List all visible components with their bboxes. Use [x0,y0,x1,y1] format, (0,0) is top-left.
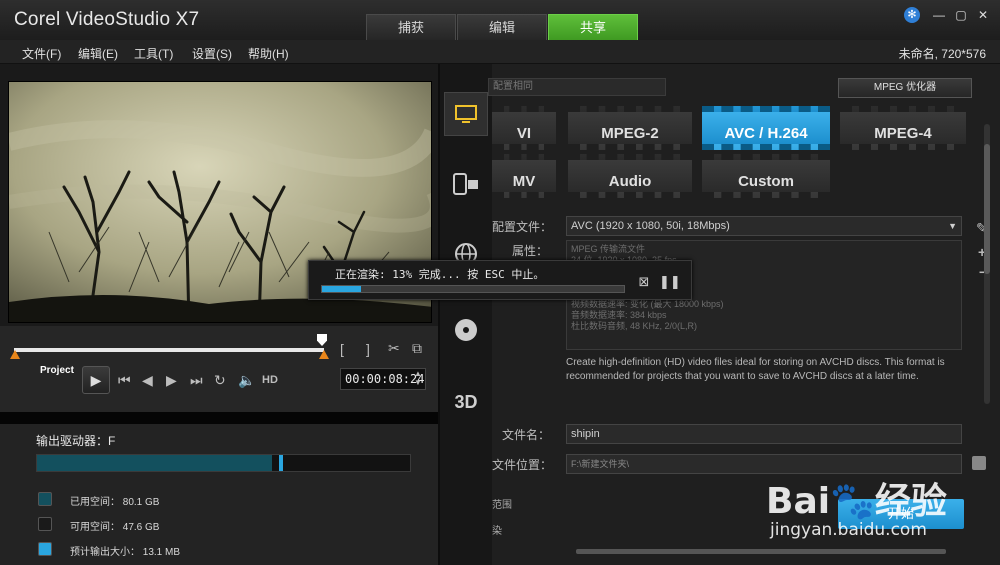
filename-input[interactable]: shipin [566,424,962,444]
prev-frame-icon[interactable]: ◀ [142,372,153,389]
range-label: 范围 [492,500,512,511]
computer-icon[interactable] [444,92,488,136]
device-glyph [453,173,478,195]
watermark-brand: Bai🐾经验 [766,481,947,522]
mark-in-button[interactable]: [ [340,341,344,357]
prop-line: 视频数据速率: 变化 (最大 18000 kbps) [571,299,724,309]
timecode-spinner[interactable]: ▲ ▼ [414,369,422,387]
minimize-icon[interactable]: — [930,7,948,23]
scrub-bar[interactable] [14,348,324,352]
legend-estimate-swatch [38,542,52,556]
menu-help[interactable]: 帮助(H) [248,45,289,62]
cut-icon[interactable]: ✂ [388,340,400,357]
mark-out-button[interactable]: ] [366,341,370,357]
toggle-preview-icon[interactable]: ⊠ [635,273,653,291]
player-panel: [ ] ✂ ⧉ Project ▶ ⏮ ◀ ▶ ⏭ ↻ 🔈 HD 00:00:0… [0,64,438,565]
repeat-icon[interactable]: ↻ [214,372,226,389]
legend-free-text: 可用空间： 47.6 GB [70,522,160,533]
computer-glyph [455,105,477,123]
project-label[interactable]: Project [40,365,74,376]
legend-used-text: 已用空间： 80.1 GB [70,497,160,508]
app-title: Corel VideoStudio X7 [14,9,200,30]
drive-used-fill [37,455,272,471]
watermark-url: jingyan.baidu.com [770,520,927,540]
legend-used-swatch [38,492,52,506]
format-avi[interactable]: VI [492,106,556,150]
menu-edit[interactable]: 编辑(E) [78,45,118,62]
render-progress-popup: 正在渲染: 13% 完成... 按 ESC 中止。 ⊠ ❚❚ [308,260,692,300]
mpeg-optimizer-button[interactable]: MPEG 优化器 [838,78,972,98]
trim-marker-left[interactable] [10,350,20,359]
copy-icon[interactable]: ⧉ [412,340,422,357]
play-button[interactable]: ▶ [82,366,110,394]
tab-edit[interactable]: 编辑 [457,14,547,40]
profile-value: AVC (1920 x 1080, 50i, 18Mbps) [571,220,730,232]
render-progress-fill [322,286,362,292]
render-progress-bar [321,285,625,293]
prop-line: 音频数据速率: 384 kbps [571,310,667,320]
format-mpeg2[interactable]: MPEG-2 [568,106,692,150]
location-label: 文件位置： [492,458,553,472]
filename-label: 文件名： [502,428,551,442]
spin-down-icon[interactable]: ▼ [414,378,422,387]
menu-settings[interactable]: 设置(S) [192,45,232,62]
3d-icon[interactable]: 3D [444,380,488,424]
output-drive-label: 输出驱动器：F [36,434,116,448]
format-description: Create high-definition (HD) video files … [566,357,945,382]
chevron-down-icon: ▼ [948,221,957,231]
hd-button[interactable]: HD [262,374,278,386]
share-category-sidebar: 3D [440,64,492,565]
prop-line: 杜比数码音频, 48 KHz, 2/0(L,R) [571,321,698,331]
menu-file[interactable]: 文件(F) [22,45,61,62]
properties-label: 属性： [512,244,549,258]
render-status: 正在渲染: 13% 完成... 按 ESC 中止。 [335,268,545,281]
output-drive-panel: 输出驱动器：F 已用空间： 80.1 GB 可用空间： 47.6 GB 预计输出… [0,424,438,565]
format-mpeg4[interactable]: MPEG-4 [840,106,966,150]
vertical-scrollbar[interactable] [984,124,990,404]
legend-free-swatch [38,517,52,531]
scrubber-handle[interactable] [317,334,327,346]
project-info: 未命名, 720*576 [898,47,986,61]
scrollbar-thumb[interactable] [984,144,990,274]
player-controls: [ ] ✂ ⧉ Project ▶ ⏮ ◀ ▶ ⏭ ↻ 🔈 HD 00:00:0… [0,326,438,412]
render-option-label: 染 [492,526,502,537]
legend-estimate-text: 预计输出大小： 13.1 MB [70,547,181,558]
profile-label: 配置文件： [492,220,553,234]
spin-up-icon[interactable]: ▲ [414,369,422,378]
prop-line: MPEG 传输流文件 [571,244,646,254]
profile-dropdown[interactable]: AVC (1920 x 1080, 50i, 18Mbps) ▼ [566,216,962,236]
format-audio[interactable]: Audio [568,154,692,198]
profile-select-top[interactable]: 配置相同 [488,78,666,96]
divider [0,412,438,424]
home-icon[interactable]: ⏮ [118,372,131,389]
next-frame-icon[interactable]: ▶ [166,372,177,389]
end-icon[interactable]: ⏭ [190,372,203,389]
menu-bar: 文件(F) 编辑(E) 工具(T) 设置(S) 帮助(H) 未命名, 720*5… [0,40,1000,64]
title-bar: Corel VideoStudio X7 捕获 编辑 共享 ✻ — ▢ ✕ [0,0,1000,40]
volume-icon[interactable]: 🔈 [238,372,255,389]
format-avc-h264[interactable]: AVC / H.264 [702,106,830,150]
format-wmv[interactable]: MV [492,154,556,198]
help-icon[interactable]: ✻ [904,7,920,23]
tab-capture[interactable]: 捕获 [366,14,456,40]
watermark: Bai🐾经验 jingyan.baidu.com [766,452,996,560]
close-icon[interactable]: ✕ [974,7,992,23]
device-icon[interactable] [444,162,488,206]
disc-icon[interactable] [444,308,488,352]
drive-estimate-marker [279,455,284,471]
pause-icon[interactable]: ❚❚ [659,273,681,291]
tab-share[interactable]: 共享 [548,14,638,40]
drive-usage-bar [36,454,411,472]
trim-marker-right[interactable] [319,350,329,359]
maximize-icon[interactable]: ▢ [952,7,970,23]
format-custom[interactable]: Custom [702,154,830,198]
menu-tools[interactable]: 工具(T) [134,45,173,62]
disc-glyph [455,319,477,341]
